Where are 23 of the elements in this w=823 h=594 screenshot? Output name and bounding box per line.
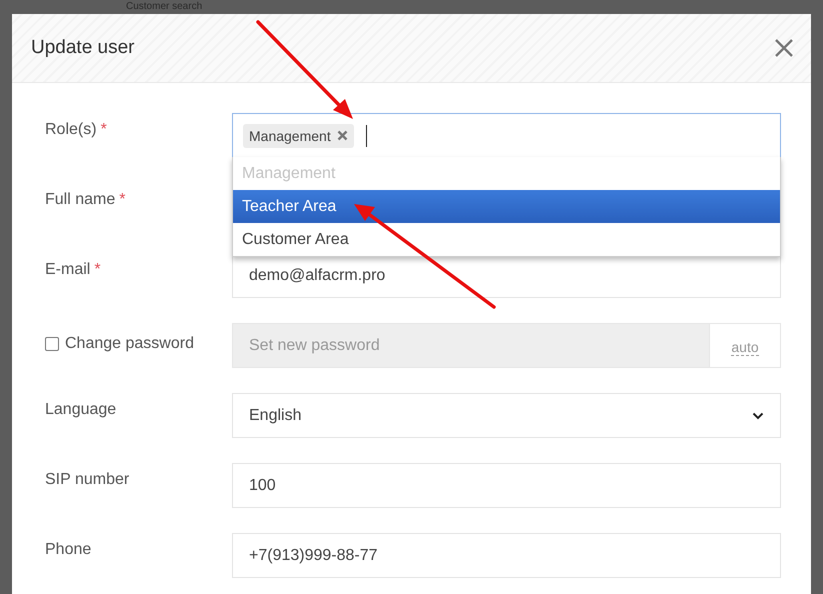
field-label: E-mail [45, 261, 90, 279]
field-label: Phone [45, 541, 92, 559]
required-mark: * [119, 191, 126, 209]
close-button[interactable] [774, 38, 794, 58]
close-icon [774, 38, 794, 58]
required-mark: * [100, 121, 107, 139]
role-tag-field[interactable]: Management [232, 113, 781, 158]
role-tag: Management [243, 124, 354, 148]
chevron-down-icon [752, 412, 764, 420]
dropdown-option[interactable]: Teacher Area [233, 190, 780, 223]
field-label: Full name [45, 191, 116, 209]
dropdown-option[interactable]: Customer Area [233, 223, 780, 256]
text-field[interactable]: 100 [232, 463, 781, 508]
field-label: Language [45, 401, 116, 419]
dialog-title: Update user [31, 37, 135, 59]
text-cursor [366, 124, 367, 146]
text-field[interactable]: +7(913)999-88-77 [232, 533, 781, 578]
field-label: Role(s) [45, 121, 97, 139]
remove-icon[interactable] [336, 130, 348, 141]
required-mark: * [94, 261, 101, 279]
change-password-checkbox[interactable]: Change password [45, 335, 194, 353]
field-label: SIP number [45, 471, 130, 489]
language-select[interactable]: English [232, 393, 781, 438]
